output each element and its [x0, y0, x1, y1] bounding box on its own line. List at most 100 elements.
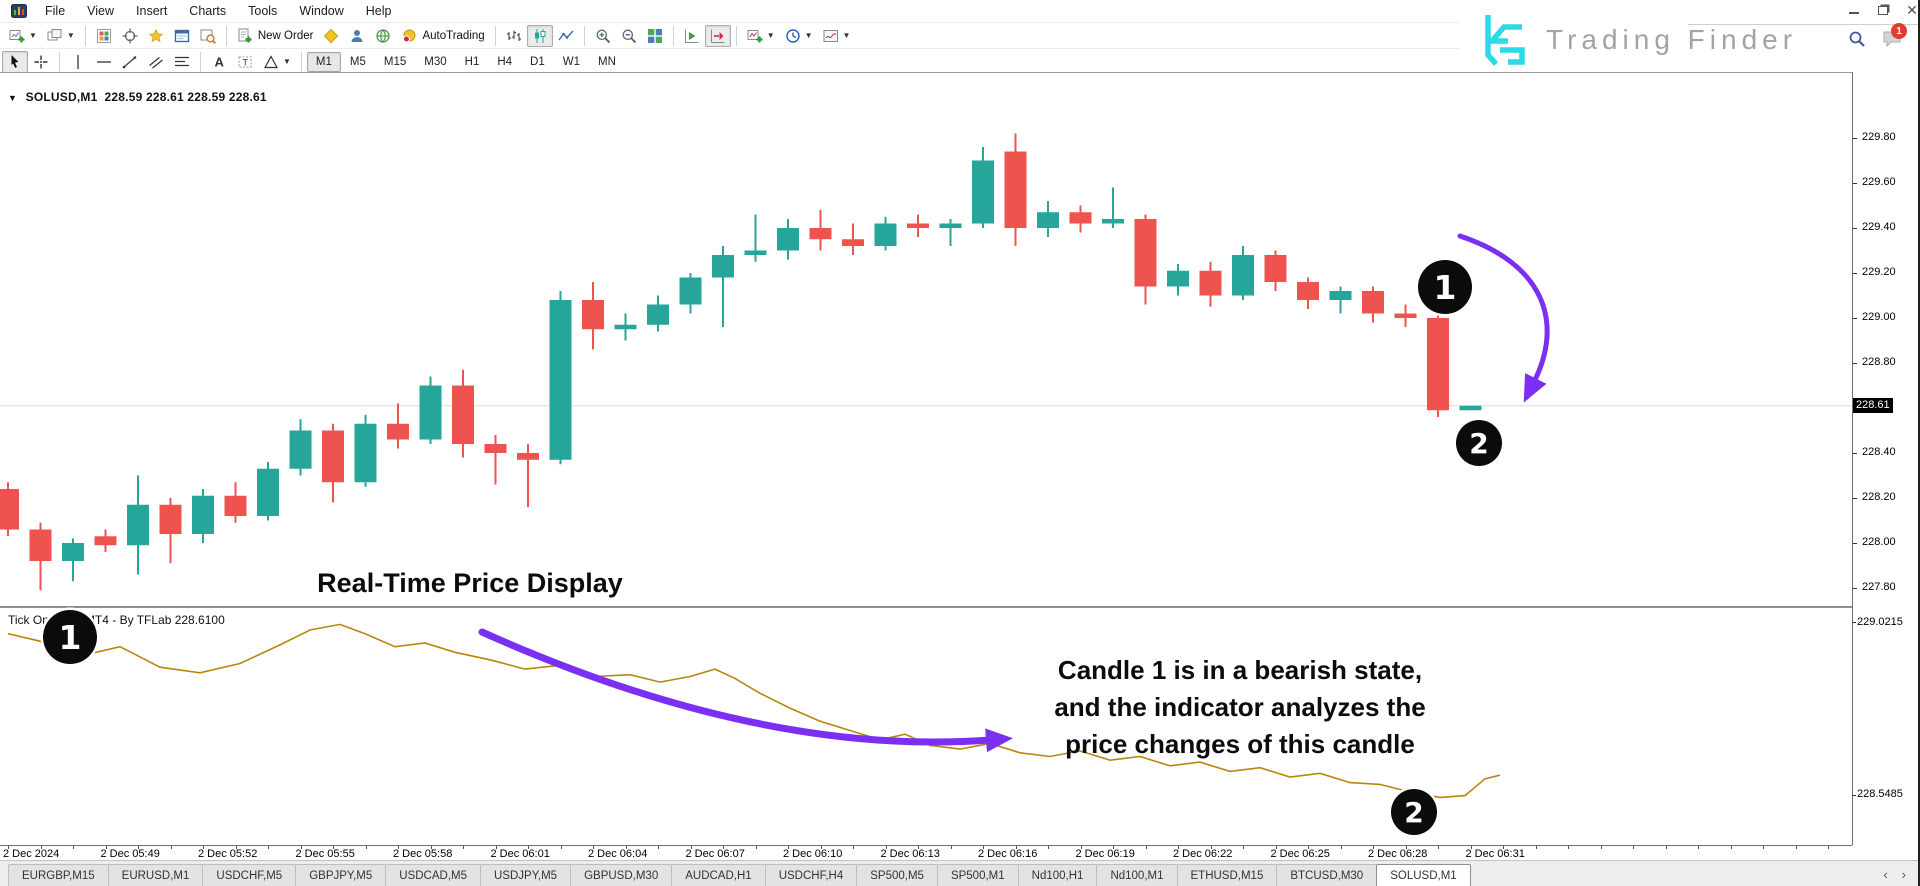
tab-btcusd-m30[interactable]: BTCUSD,M30 — [1276, 864, 1377, 886]
tab-sp500-m1[interactable]: SP500,M1 — [937, 864, 1019, 886]
terminal-icon[interactable] — [169, 25, 195, 47]
community-icon[interactable] — [344, 25, 370, 47]
price-axis-tick — [1853, 543, 1857, 544]
time-axis[interactable]: 2 Dec 20242 Dec 05:492 Dec 05:522 Dec 05… — [0, 845, 1852, 860]
tf-h4[interactable]: H4 — [488, 52, 521, 72]
navigator-icon[interactable] — [143, 25, 169, 47]
price-axis-tick — [1853, 363, 1857, 364]
auto-scroll-icon[interactable] — [679, 25, 705, 47]
tf-mn[interactable]: MN — [589, 52, 625, 72]
tab-eurgbp-m15[interactable]: EURGBP,M15 — [8, 864, 109, 886]
indicator-panel[interactable] — [0, 612, 1852, 845]
new-order-button[interactable]: New Order — [232, 25, 319, 47]
bar-chart-icon[interactable] — [501, 25, 527, 47]
indicator-scale-max: 229.0215 — [1857, 616, 1903, 628]
market-watch-icon[interactable] — [91, 25, 117, 47]
candle-note-line-3: price changes of this candle — [1035, 726, 1445, 763]
trading-finder-logo-icon — [1478, 12, 1530, 68]
price-axis-label: 229.80 — [1862, 131, 1896, 143]
web-terminal-icon[interactable] — [370, 25, 396, 47]
tab-usdchf-m5[interactable]: USDCHF,M5 — [202, 864, 296, 886]
tf-m15[interactable]: M15 — [375, 52, 415, 72]
search-icon[interactable] — [1848, 30, 1866, 53]
new-chart-icon[interactable]: ▼ — [4, 25, 42, 47]
menu-tools[interactable]: Tools — [237, 2, 288, 20]
strategy-tester-icon[interactable] — [195, 25, 221, 47]
line-chart-icon[interactable] — [553, 25, 579, 47]
vertical-line-icon[interactable] — [65, 51, 91, 73]
tab-scroll-left-icon[interactable]: ‹ — [1883, 867, 1887, 882]
tab-sp500-m5[interactable]: SP500,M5 — [856, 864, 938, 886]
time-axis-label: 2 Dec 06:04 — [588, 848, 647, 860]
candle-note-line-1: Candle 1 is in a bearish state, — [1035, 652, 1445, 689]
toolbar-separator — [59, 52, 60, 72]
chart-shift-icon[interactable] — [705, 25, 731, 47]
price-axis[interactable]: 229.80229.60229.40229.20229.00228.80228.… — [1852, 72, 1918, 845]
candlestick-chart[interactable] — [0, 88, 1852, 605]
tab-usdchf-h4[interactable]: USDCHF,H4 — [765, 864, 858, 886]
zoom-out-icon[interactable] — [616, 25, 642, 47]
menu-help[interactable]: Help — [355, 2, 403, 20]
candles-svg — [0, 88, 1852, 605]
menu-view[interactable]: View — [76, 2, 125, 20]
periods-icon[interactable]: ▼ — [780, 25, 818, 47]
tab-nd100-m1[interactable]: Nd100,M1 — [1096, 864, 1177, 886]
time-axis-label: 2 Dec 06:13 — [881, 848, 940, 860]
header-icons: 1 — [1848, 30, 1902, 53]
time-axis-label: 2 Dec 06:16 — [978, 848, 1037, 860]
tab-scroll-right-icon[interactable]: › — [1902, 867, 1906, 882]
tile-windows-icon[interactable] — [642, 25, 668, 47]
menu-window[interactable]: Window — [288, 2, 354, 20]
tf-w1[interactable]: W1 — [554, 52, 589, 72]
restore-button[interactable] — [1875, 3, 1891, 17]
crosshair-icon[interactable] — [28, 51, 54, 73]
time-axis-tick — [1341, 846, 1342, 849]
tab-ethusd-m15[interactable]: ETHUSD,M15 — [1177, 864, 1278, 886]
horizontal-line-icon[interactable] — [91, 51, 117, 73]
indicators-icon[interactable]: ▼ — [742, 25, 780, 47]
tab-audcad-h1[interactable]: AUDCAD,H1 — [671, 864, 765, 886]
zoom-in-icon[interactable] — [590, 25, 616, 47]
window-controls: ✕ — [1846, 3, 1920, 17]
menu-file[interactable]: File — [34, 2, 76, 20]
tab-eurusd-m1[interactable]: EURUSD,M1 — [108, 864, 204, 886]
trendline-icon[interactable] — [117, 51, 143, 73]
svg-text:A: A — [215, 54, 225, 69]
indicator-scale-tick — [1852, 622, 1856, 623]
indicator-scale-tick — [1852, 795, 1856, 796]
time-axis-tick — [1438, 846, 1439, 849]
autotrading-button[interactable]: AutoTrading — [396, 25, 489, 47]
fibonacci-icon[interactable] — [169, 51, 195, 73]
tf-d1[interactable]: D1 — [521, 52, 554, 72]
tab-gbpjpy-m5[interactable]: GBPJPY,M5 — [295, 864, 386, 886]
minimize-button[interactable] — [1846, 3, 1862, 17]
toolbar-separator — [301, 52, 302, 72]
window-splitter[interactable] — [0, 606, 1852, 608]
shapes-icon[interactable]: ▼ — [258, 51, 296, 73]
tf-m30[interactable]: M30 — [415, 52, 455, 72]
tab-usdjpy-m5[interactable]: USDJPY,M5 — [480, 864, 571, 886]
tab-solusd-m1[interactable]: SOLUSD,M1 — [1376, 864, 1470, 886]
tab-usdcad-m5[interactable]: USDCAD,M5 — [385, 864, 481, 886]
templates-icon[interactable]: ▼ — [818, 25, 856, 47]
equidistant-channel-icon[interactable] — [143, 51, 169, 73]
profiles-icon[interactable]: ▼ — [42, 25, 80, 47]
text-label-icon[interactable]: T — [232, 51, 258, 73]
candlestick-chart-icon[interactable] — [527, 25, 553, 47]
close-button[interactable]: ✕ — [1904, 3, 1920, 17]
cursor-icon[interactable] — [2, 51, 28, 73]
menu-charts[interactable]: Charts — [178, 2, 237, 20]
tab-nd100-h1[interactable]: Nd100,H1 — [1018, 864, 1098, 886]
tab-gbpusd-m30[interactable]: GBPUSD,M30 — [570, 864, 672, 886]
metaeditor-icon[interactable] — [318, 25, 344, 47]
chart-symbol-title: ▼ SOLUSD,M1 228.59 228.61 228.59 228.61 — [8, 90, 267, 104]
text-tool-icon[interactable]: A — [206, 51, 232, 73]
indicator-line-svg — [0, 612, 1852, 845]
tf-m5[interactable]: M5 — [341, 52, 375, 72]
menu-insert[interactable]: Insert — [125, 2, 178, 20]
chevron-down-icon[interactable]: ▼ — [8, 93, 17, 103]
tf-m1[interactable]: M1 — [307, 52, 341, 72]
tf-h1[interactable]: H1 — [456, 52, 489, 72]
data-window-icon[interactable] — [117, 25, 143, 47]
chat-icon[interactable]: 1 — [1882, 30, 1902, 53]
